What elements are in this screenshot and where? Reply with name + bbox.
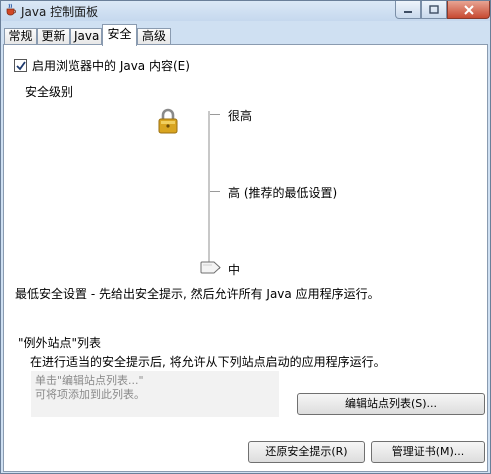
java-cup-icon [4, 3, 18, 17]
tab-general[interactable]: 常规 [4, 28, 37, 45]
checkmark-icon [16, 61, 26, 71]
exception-site-list[interactable]: 单击"编辑站点列表..." 可将项添加到此列表。 [31, 371, 279, 417]
tab-java[interactable]: Java [70, 28, 102, 45]
tab-strip: 常规 更新 Java 安全 高级 [1, 23, 490, 46]
enable-java-label[interactable]: 启用浏览器中的 Java 内容(E) [32, 57, 190, 74]
minimize-icon [404, 10, 412, 13]
security-tab-panel: 启用浏览器中的 Java 内容(E) 安全级别 很高 高 (推荐的最低设置) 中… [3, 44, 488, 472]
slider-tick [210, 191, 220, 192]
exception-sites-title: "例外站点"列表 [18, 336, 102, 350]
level-high-label: 高 (推荐的最低设置) [228, 186, 338, 200]
manage-certificates-button[interactable]: 管理证书(M)... [371, 441, 485, 463]
edit-site-list-button[interactable]: 编辑站点列表(S)... [297, 393, 485, 415]
security-level-label: 安全级别 [25, 85, 74, 99]
tab-update[interactable]: 更新 [37, 28, 70, 45]
minimize-button[interactable] [395, 1, 421, 19]
title-bar[interactable]: Java 控制面板 [1, 1, 490, 21]
java-control-panel-window: Java 控制面板 常规 更新 Java 安全 高级 启用浏览器中的 Java … [0, 0, 491, 474]
restore-security-prompts-button[interactable]: 还原安全提示(R) [248, 441, 365, 463]
level-medium-label: 中 [228, 263, 241, 277]
slider-tick [210, 114, 220, 115]
tab-security[interactable]: 安全 [102, 24, 137, 46]
window-title: Java 控制面板 [21, 5, 99, 19]
security-level-description: 最低安全设置 - 先给出安全提示, 然后允许所有 Java 应用程序运行。 [15, 287, 380, 301]
enable-java-checkbox[interactable] [14, 59, 27, 72]
security-slider-thumb[interactable] [200, 261, 222, 274]
maximize-icon [429, 4, 439, 14]
maximize-button[interactable] [421, 1, 447, 19]
site-list-hint-line1: 单击"编辑站点列表..." [35, 374, 144, 387]
close-button[interactable] [447, 1, 490, 19]
security-slider-track[interactable] [208, 111, 210, 269]
tab-advanced[interactable]: 高级 [137, 28, 171, 45]
exception-sites-description: 在进行适当的安全提示后, 将允许从下列站点启动的应用程序运行。 [30, 355, 386, 369]
close-icon [463, 4, 474, 15]
padlock-icon [157, 108, 179, 134]
site-list-hint-line2: 可将项添加到此列表。 [35, 388, 145, 401]
level-very-high-label: 很高 [228, 109, 253, 123]
